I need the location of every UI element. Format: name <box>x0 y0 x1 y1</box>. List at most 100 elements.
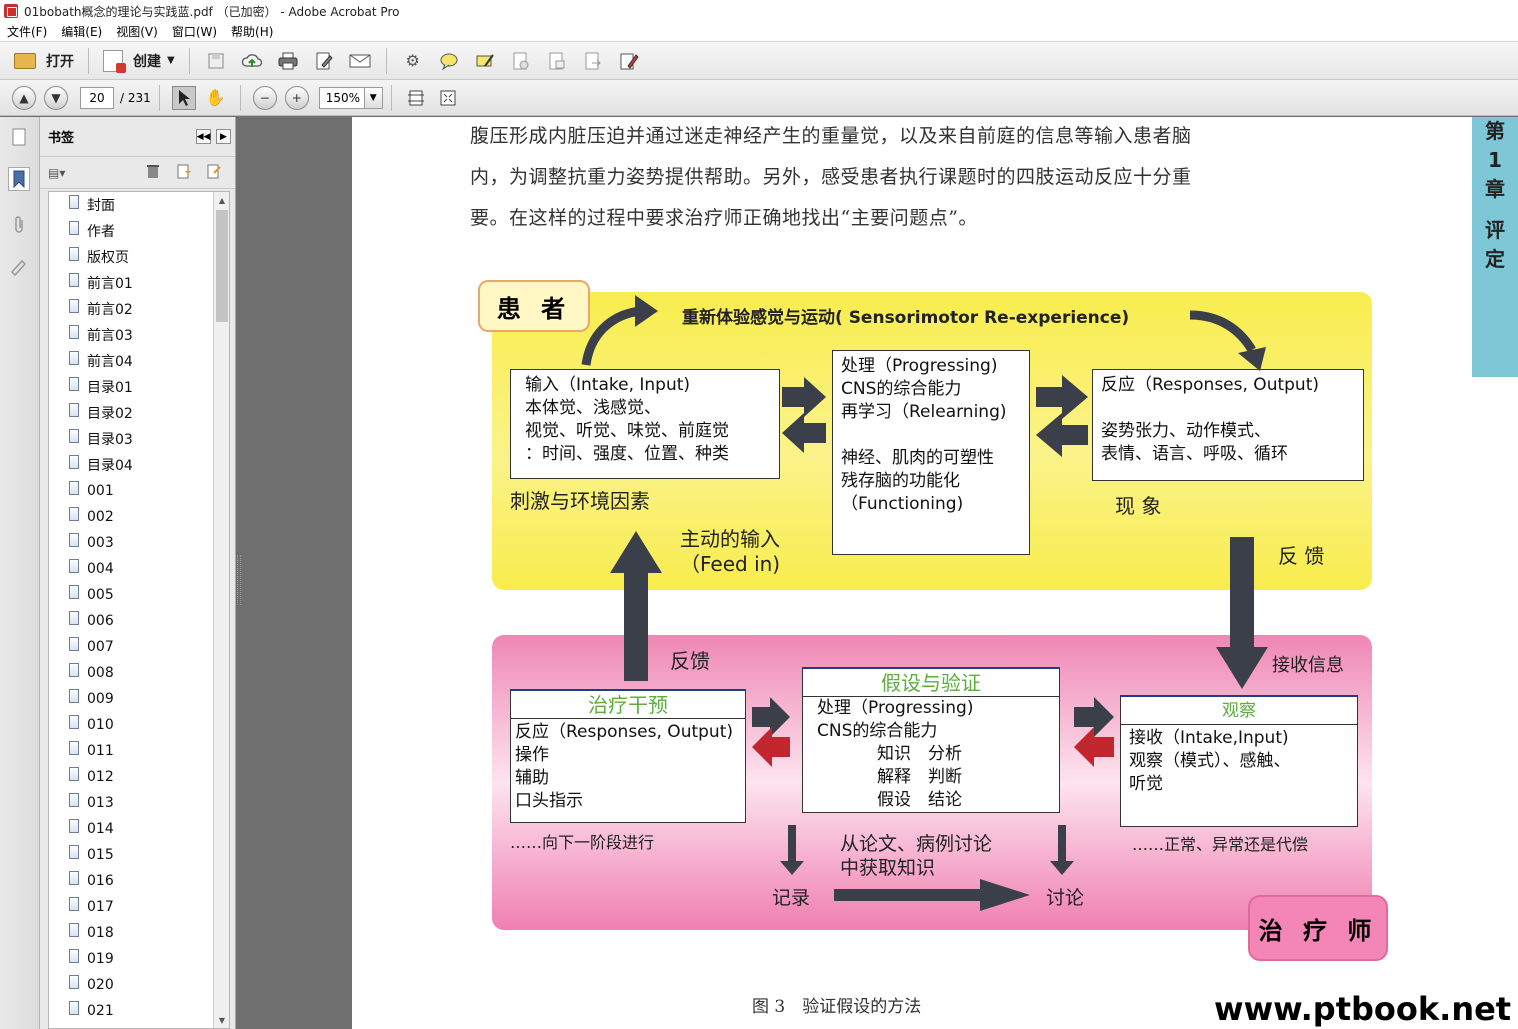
bookmark-item[interactable]: 018 <box>49 920 229 946</box>
scroll-up-icon[interactable]: ▲ <box>214 192 229 208</box>
bookmark-item[interactable]: 版权页 <box>49 244 229 270</box>
zoom-level-input[interactable]: 150% <box>318 86 365 109</box>
bookmark-item[interactable]: 003 <box>49 530 229 556</box>
zoom-out-button[interactable]: − <box>252 85 277 110</box>
scrollbar-thumb[interactable] <box>216 210 228 322</box>
bookmark-item[interactable]: 前言04 <box>49 348 229 374</box>
select-tool-icon[interactable] <box>171 85 196 110</box>
bookmark-item[interactable]: 016 <box>49 868 229 894</box>
bookmarks-panel-icon[interactable] <box>8 167 30 191</box>
receive-info-label: 接收信息 <box>1272 655 1344 676</box>
print-icon[interactable] <box>276 50 300 72</box>
delete-bookmark-icon[interactable] <box>146 163 160 183</box>
sign-document-icon[interactable] <box>545 50 569 72</box>
bookmark-page-icon <box>69 455 79 469</box>
email-icon[interactable] <box>348 50 372 72</box>
menu-help[interactable]: 帮助(H) <box>224 23 280 40</box>
bookmark-item[interactable]: 012 <box>49 764 229 790</box>
bookmark-item[interactable]: 前言03 <box>49 322 229 348</box>
bookmark-item[interactable]: 目录03 <box>49 426 229 452</box>
response-box-line <box>1101 397 1363 420</box>
bookmark-item[interactable]: 008 <box>49 660 229 686</box>
bookmark-from-selection-icon[interactable] <box>206 163 222 183</box>
bookmark-page-icon <box>69 741 79 755</box>
page-total: / 231 <box>120 90 151 105</box>
bookmark-item[interactable]: 017 <box>49 894 229 920</box>
document-page: 腹压形成内脏压迫并通过迷走神经产生的重量觉，以及来自前庭的信息等输入患者脑 内，… <box>352 117 1518 1029</box>
page-thumbnails-icon[interactable] <box>8 125 30 149</box>
bookmark-label: 009 <box>87 691 114 707</box>
next-page-button[interactable]: ▼ <box>44 85 68 110</box>
create-button[interactable]: 创建 ▼ <box>97 46 181 76</box>
new-bookmark-icon[interactable] <box>176 163 192 183</box>
edit-document-icon[interactable] <box>312 50 336 72</box>
form-edit-icon[interactable] <box>617 50 641 72</box>
panel-options-icon[interactable]: ▶ <box>216 129 231 144</box>
bookmark-item[interactable]: 015 <box>49 842 229 868</box>
menu-edit[interactable]: 编辑(E) <box>54 23 109 40</box>
cloud-upload-icon[interactable] <box>240 50 264 72</box>
bookmark-item[interactable]: 005 <box>49 582 229 608</box>
bookmark-page-icon <box>69 351 79 365</box>
bookmark-item[interactable]: 前言02 <box>49 296 229 322</box>
bookmark-item[interactable]: 前言01 <box>49 270 229 296</box>
bookmark-item[interactable]: 020 <box>49 972 229 998</box>
bookmark-item[interactable]: 目录02 <box>49 400 229 426</box>
highlight-icon[interactable] <box>473 50 497 72</box>
observe-box-line: 听觉 <box>1129 774 1163 794</box>
menu-window[interactable]: 窗口(W) <box>165 23 224 40</box>
bookmark-item[interactable]: 014 <box>49 816 229 842</box>
bookmark-item[interactable]: 作者 <box>49 218 229 244</box>
menu-file[interactable]: 文件(F) <box>0 23 54 40</box>
menu-view[interactable]: 视图(V) <box>109 23 165 40</box>
bookmark-item[interactable]: 010 <box>49 712 229 738</box>
bookmark-item[interactable]: 009 <box>49 686 229 712</box>
zoom-in-button[interactable]: + <box>284 85 309 110</box>
bookmark-scrollbar[interactable]: ▲ ▼ <box>213 192 229 1028</box>
bookmark-label: 作者 <box>87 224 115 240</box>
attachments-paperclip-icon[interactable] <box>8 213 30 237</box>
open-button[interactable]: 打开 <box>8 46 80 76</box>
bookmark-item[interactable]: 021 <box>49 998 229 1024</box>
input-box-line: 本体觉、浅感觉、 <box>525 398 661 418</box>
bookmark-item[interactable]: 002 <box>49 504 229 530</box>
scroll-down-icon[interactable]: ▼ <box>214 1012 229 1028</box>
bookmarks-panel: 书签 ◀◀ ▶ ▤▾ 封面 作者 版权页 前言01 前言02 前言03 前言04 目录01 目录… <box>40 117 236 1029</box>
save-icon[interactable] <box>204 50 228 72</box>
full-screen-icon[interactable] <box>436 86 460 110</box>
bookmark-item[interactable]: 006 <box>49 608 229 634</box>
secure-document-icon[interactable] <box>509 50 533 72</box>
bookmark-item[interactable]: 007 <box>49 634 229 660</box>
panel-splitter[interactable] <box>237 555 241 605</box>
bookmark-item[interactable]: 目录01 <box>49 374 229 400</box>
chevron-down-icon: ▼ <box>167 55 175 66</box>
bookmark-item[interactable]: 目录04 <box>49 452 229 478</box>
bookmark-item[interactable]: 封面 <box>49 192 229 218</box>
bookmark-page-icon <box>69 533 79 547</box>
hand-tool-icon[interactable]: ✋ <box>204 86 228 110</box>
bookmark-item[interactable]: 011 <box>49 738 229 764</box>
collapse-panel-icon[interactable]: ◀◀ <box>196 129 211 144</box>
input-box-line: ：时间、强度、位置、种类 <box>525 444 729 464</box>
paragraph-line: 要。在这样的过程中要求治疗师正确地找出“主要问题点”。 <box>470 207 978 229</box>
bookmark-item[interactable]: 001 <box>49 478 229 504</box>
page-number-input[interactable]: 20 <box>80 86 114 109</box>
fit-page-icon[interactable] <box>404 86 428 110</box>
bookmark-page-icon <box>69 819 79 833</box>
bookmark-item[interactable]: 004 <box>49 556 229 582</box>
discuss-label: 讨论 <box>1046 887 1085 909</box>
hypothesis-box-line: 解释 判断 <box>877 767 962 787</box>
bookmark-options-icon[interactable]: ▤▾ <box>48 166 65 180</box>
patient-tag: 患 者 <box>478 280 590 332</box>
bookmark-page-icon <box>69 845 79 859</box>
bookmark-item[interactable]: 013 <box>49 790 229 816</box>
gear-icon[interactable]: ⚙ <box>401 50 425 72</box>
previous-page-button[interactable]: ▲ <box>12 85 36 110</box>
zoom-dropdown-chevron-icon[interactable]: ▼ <box>364 86 383 109</box>
signatures-icon[interactable] <box>8 255 30 279</box>
bookmark-item[interactable]: 019 <box>49 946 229 972</box>
bookmark-label: 004 <box>87 561 114 577</box>
comment-icon[interactable] <box>437 50 461 72</box>
export-document-icon[interactable] <box>581 50 605 72</box>
process-box-line: 残存脑的功能化 <box>841 471 960 491</box>
